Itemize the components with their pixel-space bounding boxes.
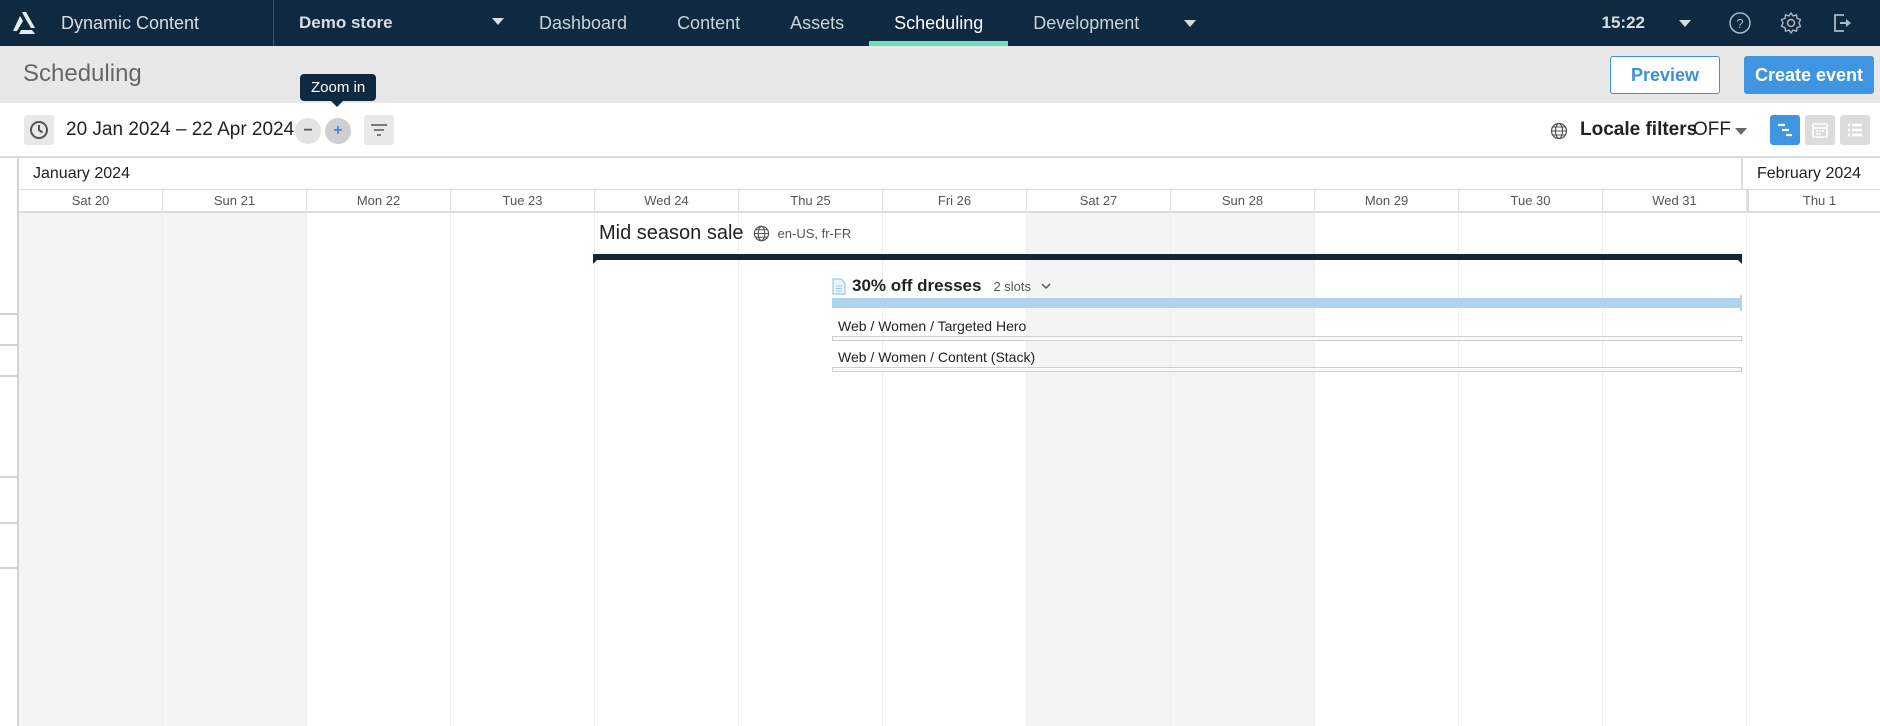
row-divider bbox=[0, 476, 19, 478]
create-event-button[interactable]: Create event bbox=[1744, 56, 1874, 94]
clock-icon bbox=[30, 121, 48, 139]
day-header: Sat 20 Sun 21 Mon 22 Tue 23 Wed 24 Thu 25 Fri … bbox=[19, 190, 1880, 213]
page-header: Scheduling Preview Create event bbox=[0, 46, 1880, 103]
day-column[interactable] bbox=[1171, 213, 1315, 726]
edition-bar[interactable] bbox=[832, 295, 1742, 311]
timeline-icon bbox=[1778, 123, 1792, 137]
day-label: Thu 25 bbox=[739, 190, 883, 213]
day-label: Thu 1 bbox=[1747, 190, 1880, 213]
document-icon bbox=[832, 277, 846, 295]
day-column[interactable] bbox=[19, 213, 163, 726]
app-title: Dynamic Content bbox=[61, 12, 200, 33]
day-column[interactable] bbox=[1459, 213, 1603, 726]
day-column[interactable] bbox=[1603, 213, 1747, 726]
locale-filters-dropdown[interactable]: OFF bbox=[1693, 119, 1731, 141]
edition-name: 30% off dresses bbox=[852, 276, 982, 295]
day-column[interactable] bbox=[307, 213, 451, 726]
timeline: January 2024 February 2024 Sat 20 Sun 21 M… bbox=[0, 158, 1880, 726]
logout-icon[interactable] bbox=[1829, 10, 1855, 36]
calendar-icon bbox=[1812, 123, 1828, 138]
day-label: Mon 22 bbox=[307, 190, 451, 213]
nav-more-button[interactable] bbox=[1164, 0, 1204, 46]
svg-text:?: ? bbox=[1736, 16, 1743, 31]
event-bar[interactable] bbox=[593, 254, 1742, 264]
slot-label: Web / Women / Content (Stack) bbox=[838, 349, 1036, 365]
nav-content[interactable]: Content bbox=[652, 0, 765, 46]
globe-icon bbox=[753, 225, 769, 242]
globe-icon bbox=[1550, 122, 1568, 145]
event-locales: en-US, fr-FR bbox=[777, 226, 852, 241]
chevron-down-icon[interactable] bbox=[1735, 128, 1747, 135]
nav-development[interactable]: Development bbox=[1008, 0, 1164, 46]
timeline-view-button[interactable] bbox=[1770, 115, 1800, 145]
chevron-down-icon[interactable] bbox=[1679, 19, 1691, 27]
store-name: Demo store bbox=[299, 13, 393, 32]
chevron-down-icon bbox=[492, 18, 504, 25]
calendar-view-button[interactable] bbox=[1805, 115, 1835, 145]
chevron-down-icon[interactable] bbox=[1041, 282, 1051, 290]
main-nav: Dashboard Content Assets Scheduling Deve… bbox=[514, 0, 1204, 46]
zoom-out-button[interactable]: − bbox=[295, 118, 321, 144]
edition-slots-count: 2 slots bbox=[993, 278, 1032, 294]
edition-title[interactable]: 30% off dresses 2 slots bbox=[832, 276, 1051, 296]
day-label: Sat 27 bbox=[1027, 190, 1171, 213]
slot-label: Web / Women / Targeted Hero bbox=[838, 318, 1027, 334]
top-right-controls: 15:22 ? bbox=[1602, 0, 1880, 46]
month-label: February 2024 bbox=[1741, 158, 1861, 190]
day-column[interactable] bbox=[451, 213, 595, 726]
date-range[interactable]: 20 Jan 2024 – 22 Apr 2024 bbox=[66, 119, 294, 141]
filter-button[interactable] bbox=[364, 115, 394, 145]
month-label: January 2024 bbox=[33, 165, 130, 182]
slot-bar[interactable] bbox=[832, 367, 1742, 372]
help-icon[interactable]: ? bbox=[1727, 10, 1753, 36]
date-picker-button[interactable] bbox=[24, 115, 54, 145]
day-label: Fri 26 bbox=[883, 190, 1027, 213]
top-nav: Dynamic Content Demo store Dashboard Con… bbox=[0, 0, 1880, 46]
day-label: Sat 20 bbox=[19, 190, 163, 213]
day-column[interactable] bbox=[595, 213, 739, 726]
nav-assets[interactable]: Assets bbox=[765, 0, 869, 46]
row-divider bbox=[0, 313, 19, 315]
nav-dashboard[interactable]: Dashboard bbox=[514, 0, 652, 46]
day-label: Wed 24 bbox=[595, 190, 739, 213]
day-label: Tue 30 bbox=[1459, 190, 1603, 213]
day-column[interactable] bbox=[1747, 213, 1880, 726]
day-label: Sun 21 bbox=[163, 190, 307, 213]
timeline-row-gutter bbox=[0, 158, 19, 726]
row-divider bbox=[0, 522, 19, 524]
zoom-in-tooltip: Zoom in bbox=[300, 74, 377, 107]
page-title: Scheduling bbox=[23, 60, 142, 87]
day-label: Mon 29 bbox=[1315, 190, 1459, 213]
zoom-in-button[interactable]: + bbox=[325, 118, 351, 144]
slot-bar[interactable] bbox=[832, 336, 1742, 341]
filter-icon bbox=[371, 124, 387, 136]
day-label: Wed 31 bbox=[1603, 190, 1747, 213]
nav-scheduling[interactable]: Scheduling bbox=[869, 0, 1009, 46]
store-selector[interactable]: Demo store bbox=[274, 0, 514, 46]
day-label: Tue 23 bbox=[451, 190, 595, 213]
chevron-down-icon bbox=[1184, 19, 1197, 27]
row-divider bbox=[0, 375, 19, 377]
list-view-button[interactable] bbox=[1840, 115, 1870, 145]
gear-icon[interactable] bbox=[1778, 10, 1804, 36]
app-logo-icon bbox=[13, 12, 35, 34]
month-header: January 2024 February 2024 bbox=[19, 158, 1880, 190]
day-column[interactable] bbox=[1315, 213, 1459, 726]
scheduling-toolbar: 20 Jan 2024 – 22 Apr 2024 − + Locale fil… bbox=[0, 103, 1880, 158]
locale-filters-label: Locale filters bbox=[1580, 119, 1698, 140]
preview-button[interactable]: Preview bbox=[1610, 56, 1720, 94]
row-divider bbox=[0, 567, 19, 569]
brand[interactable]: Dynamic Content bbox=[0, 0, 274, 46]
clock-display[interactable]: 15:22 bbox=[1602, 13, 1645, 33]
list-icon bbox=[1848, 123, 1862, 137]
event-name: Mid season sale bbox=[599, 222, 744, 244]
day-label: Sun 28 bbox=[1171, 190, 1315, 213]
event-title[interactable]: Mid season sale en-US, fr-FR bbox=[599, 222, 851, 245]
day-column[interactable] bbox=[163, 213, 307, 726]
row-divider bbox=[0, 344, 19, 346]
